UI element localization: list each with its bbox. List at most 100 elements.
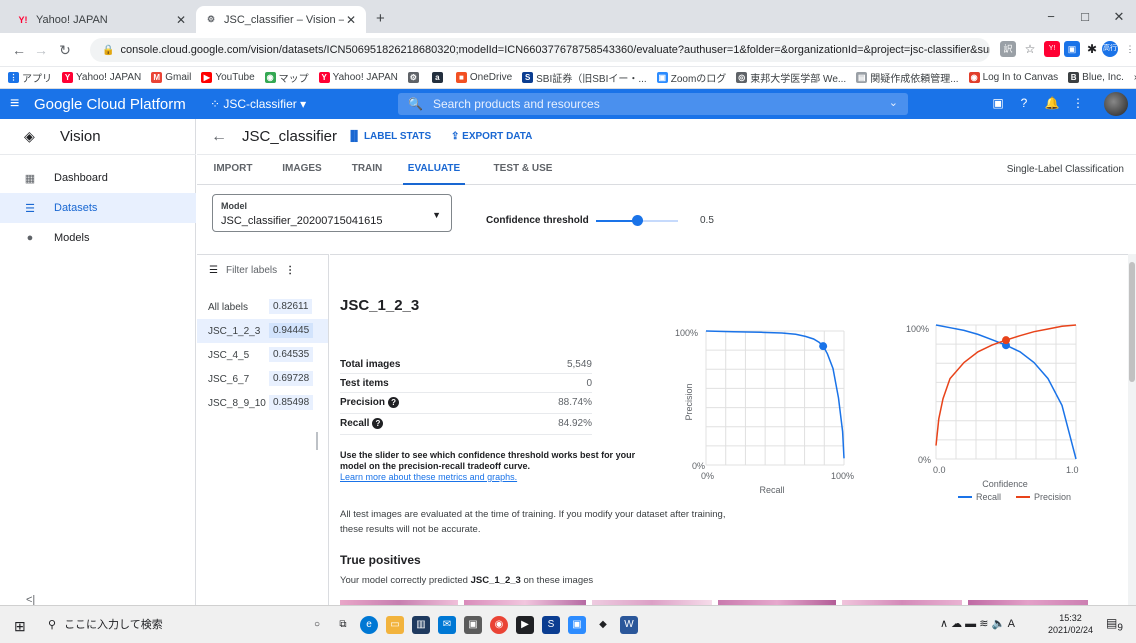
tab-train[interactable]: TRAIN [349, 155, 385, 185]
notifications-icon[interactable]: ▤9 [1106, 616, 1123, 633]
address-bar[interactable]: 🔒 console.cloud.google.com/vision/datase… [90, 38, 990, 62]
export-data-button[interactable]: ⇪ EXPORT DATA [451, 131, 532, 142]
nav-item-datasets[interactable]: ☰ Datasets [0, 193, 196, 223]
project-selector[interactable]: ⁘ JSC-classifier ▾ [210, 97, 306, 111]
help-icon[interactable]: ? [388, 397, 400, 408]
more-vert-icon[interactable]: ⋮ [285, 265, 295, 276]
taskbar-search[interactable]: ⚲ ここに入力して検索 [48, 616, 163, 632]
extension-icon[interactable]: ▣ [1064, 41, 1080, 57]
zoom-icon[interactable]: ▣ [568, 616, 586, 634]
more-vert-icon[interactable]: ⋮ [1070, 96, 1086, 110]
tab-import[interactable]: IMPORT [209, 155, 257, 185]
tab-test-use[interactable]: TEST & USE [493, 155, 553, 185]
tab-jsc-classifier[interactable]: ⚙ JSC_classifier – Vision – JSC-class ✕ [196, 6, 366, 33]
label-row-jsc-8-9-10[interactable]: JSC_8_9_10 0.85498 [197, 391, 328, 415]
bookmark-amazon[interactable]: a [431, 72, 446, 83]
chevron-up-icon[interactable]: ∧ [940, 618, 951, 630]
gcp-brand[interactable]: Google Cloud Platform [34, 96, 186, 113]
chrome-menu-icon[interactable]: ⋮ [1122, 41, 1136, 57]
bookmark-yahoo-2[interactable]: Y Yahoo! JAPAN [318, 72, 398, 83]
nav-item-dashboard[interactable]: ▦ Dashboard [0, 163, 196, 193]
system-tray[interactable]: ∧ ☁ ▬ ≋ 🔈 A [940, 617, 1015, 630]
edge-icon[interactable]: e [360, 616, 378, 634]
x-axis-label: Recall [759, 485, 784, 495]
bookmark-star-icon[interactable]: ☆ [1022, 41, 1038, 57]
bookmark-zoom[interactable]: ▣ Zoomのログ [656, 70, 726, 85]
sbi-icon[interactable]: S [542, 616, 560, 634]
bookmark-onedrive[interactable]: ■ OneDrive [455, 72, 512, 83]
confidence-value: 0.5 [700, 215, 714, 226]
nav-item-models[interactable]: ● Models [0, 223, 196, 253]
bookmark-yahoo[interactable]: Y Yahoo! JAPAN [62, 72, 141, 83]
back-icon[interactable]: ← [10, 41, 28, 59]
translate-icon[interactable]: 訳 [1000, 41, 1016, 57]
close-window-icon[interactable]: ✕ [1102, 6, 1136, 28]
puzzle-icon[interactable]: ✱ [1084, 41, 1100, 57]
back-arrow-icon[interactable]: ← [211, 128, 227, 146]
bookmark-gmail[interactable]: M Gmail [151, 72, 191, 83]
filter-labels[interactable]: ☰ Filter labels ⋮ [209, 265, 295, 276]
confidence-slider-thumb[interactable] [632, 215, 643, 226]
side-nav: ◈ Vision ▦ Dashboard ☰ Datasets ● Models… [0, 119, 196, 606]
notifications-icon[interactable]: 🔔 [1044, 96, 1060, 110]
chrome-icon[interactable]: ◉ [490, 616, 508, 634]
dataset-header: ← JSC_classifier ▐▌ LABEL STATS ⇪ EXPORT… [197, 119, 1136, 155]
threshold-marker[interactable] [819, 342, 828, 351]
bookmark-toho[interactable]: ◎ 東邦大学医学部 We... [736, 70, 846, 85]
app-icon[interactable]: ◆ [594, 616, 612, 634]
gcp-header: ≡ Google Cloud Platform ⁘ JSC-classifier… [0, 89, 1136, 119]
search-input[interactable]: Search products and resources [433, 97, 600, 111]
app-icon[interactable]: ▣ [464, 616, 482, 634]
label-row-jsc-1-2-3[interactable]: JSC_1_2_3 0.94445 [197, 319, 328, 343]
label-row-jsc-6-7[interactable]: JSC_6_7 0.69728 [197, 367, 328, 391]
cloud-shell-icon[interactable]: ▣ [990, 96, 1006, 110]
profile-avatar[interactable]: 高行 [1102, 41, 1118, 57]
reload-icon[interactable]: ↻ [56, 41, 74, 59]
bookmark-gear[interactable]: ⚙ [407, 72, 422, 83]
clock[interactable]: 15:32 2021/02/24 [1048, 612, 1093, 636]
tab-evaluate[interactable]: EVALUATE [403, 155, 465, 185]
bookmark-apps[interactable]: ⋮ アプリ [8, 70, 52, 85]
cortana-icon[interactable]: ○ [308, 616, 326, 634]
word-icon[interactable]: W [620, 616, 638, 634]
new-tab-button[interactable]: + [376, 10, 385, 27]
bookmark-canvas[interactable]: ◉ Log In to Canvas [968, 72, 1058, 83]
label-stats-button[interactable]: ▐▌ LABEL STATS [347, 131, 431, 142]
mail-icon[interactable]: ✉ [438, 616, 456, 634]
wifi-icon: ≋ [979, 618, 992, 630]
close-tab-icon[interactable]: ✕ [344, 13, 358, 27]
amazon-icon: a [431, 72, 443, 83]
tab-images[interactable]: IMAGES [279, 155, 325, 185]
bookmark-request[interactable]: ▤ 関疑作成依頼管理... [856, 70, 959, 85]
tab-yahoo[interactable]: Y! Yahoo! JAPAN ✕ [8, 6, 196, 33]
precision-threshold-marker[interactable] [1002, 336, 1010, 345]
task-view-icon[interactable]: ⧉ [334, 616, 352, 634]
search-bar[interactable]: 🔍 Search products and resources ⌄ [398, 93, 908, 115]
scrollbar-thumb[interactable] [1129, 262, 1135, 382]
model-select[interactable]: Model JSC_classifier_20200715041615 ▼ [212, 194, 452, 232]
ime-indicator[interactable]: A [1008, 618, 1015, 630]
chevron-down-icon[interactable]: ⌄ [889, 96, 898, 109]
yahoo-extension-icon[interactable]: Y! [1044, 41, 1060, 57]
media-icon[interactable]: ▶ [516, 616, 534, 634]
hamburger-menu-icon[interactable]: ≡ [10, 95, 19, 113]
label-row-jsc-4-5[interactable]: JSC_4_5 0.64535 [197, 343, 328, 367]
help-icon[interactable]: ? [1016, 96, 1032, 110]
learn-more-link[interactable]: Learn more about these metrics and graph… [340, 472, 517, 482]
forward-icon[interactable]: → [32, 41, 50, 59]
file-explorer-icon[interactable]: ▭ [386, 616, 404, 634]
panel-resize-handle[interactable] [316, 432, 318, 450]
bookmark-sbi[interactable]: S SBI証券（旧SBIイー・... [522, 70, 647, 85]
maximize-icon[interactable]: □ [1068, 6, 1102, 28]
bookmark-blue[interactable]: B Blue, Inc. [1068, 72, 1124, 83]
bookmark-maps[interactable]: ◉ マップ [264, 70, 309, 85]
store-icon[interactable]: ▥ [412, 616, 430, 634]
windows-start-icon[interactable]: ⊞ [14, 618, 26, 635]
label-row-all[interactable]: All labels 0.82611 [197, 295, 328, 319]
tab-title: Yahoo! JAPAN [36, 13, 108, 26]
bookmark-youtube[interactable]: ▶ YouTube [201, 72, 255, 83]
minimize-icon[interactable]: − [1034, 6, 1068, 28]
avatar[interactable] [1104, 92, 1128, 116]
close-tab-icon[interactable]: ✕ [174, 13, 188, 27]
help-icon[interactable]: ? [372, 418, 384, 429]
